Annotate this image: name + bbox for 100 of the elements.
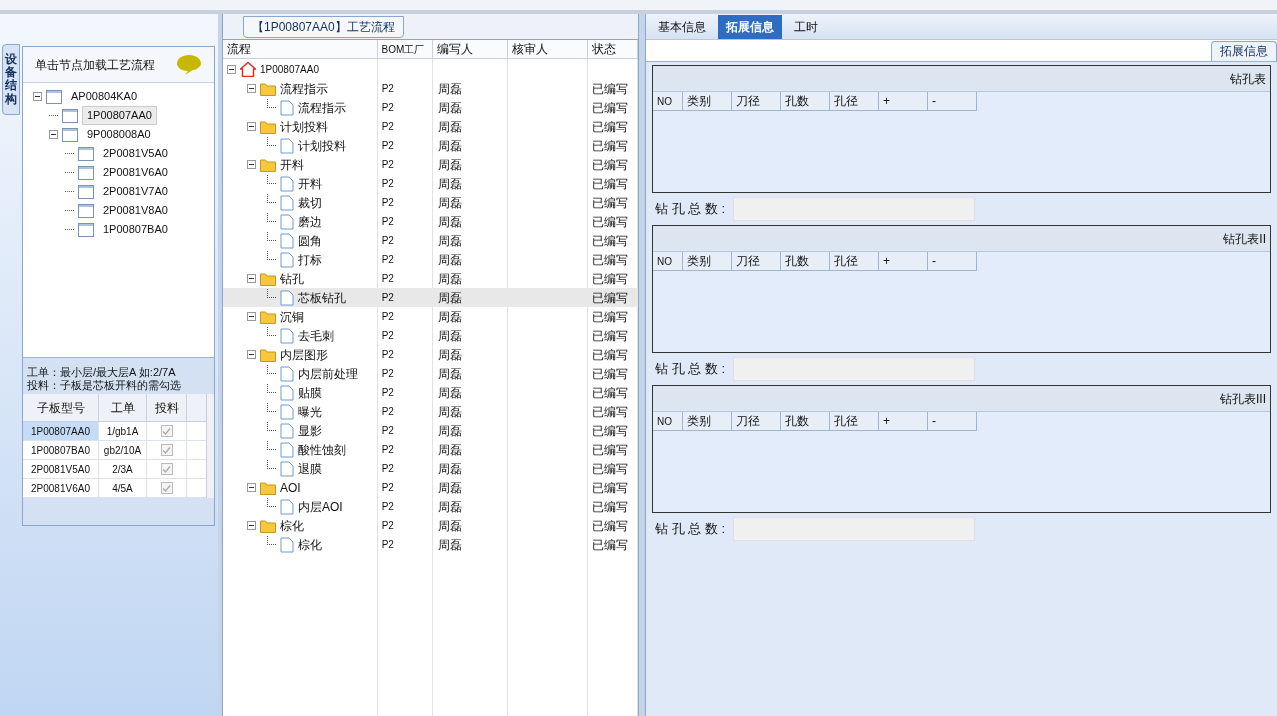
column-header[interactable]: NO — [653, 412, 683, 431]
tab[interactable]: 拓展信息 — [718, 15, 782, 39]
flow-row[interactable]: 内层AOI P2 周磊 已编写 — [223, 497, 638, 516]
window-icon — [62, 108, 78, 123]
flow-row[interactable]: 钻孔 P2 周磊 已编写 — [223, 269, 638, 288]
flow-row[interactable]: 内层前处理 P2 周磊 已编写 — [223, 364, 638, 383]
collapse-icon[interactable] — [227, 65, 236, 74]
flow-row[interactable]: 贴膜 P2 周磊 已编写 — [223, 383, 638, 402]
column-header[interactable]: 类别 — [683, 412, 732, 431]
flow-row[interactable]: 芯板钻孔 P2 周磊 已编写 — [223, 288, 638, 307]
flow-row[interactable]: 圆角 P2 周磊 已编写 — [223, 231, 638, 250]
column-header[interactable]: + — [879, 412, 928, 431]
column-header[interactable]: 流程 — [223, 40, 378, 58]
flow-row[interactable]: 退膜 P2 周磊 已编写 — [223, 459, 638, 478]
page-icon — [280, 289, 294, 306]
collapse-icon[interactable] — [247, 483, 256, 492]
collapse-icon[interactable] — [49, 130, 58, 139]
tree-node[interactable]: AP00804KA0 — [66, 87, 143, 106]
side-tab[interactable]: 设备结构 — [2, 44, 20, 115]
collapse-icon[interactable] — [247, 312, 256, 321]
flow-row[interactable]: 内层图形 P2 周磊 已编写 — [223, 345, 638, 364]
column-header[interactable]: - — [928, 92, 977, 111]
flow-row[interactable]: 流程指示 P2 周磊 已编写 — [223, 79, 638, 98]
table-cell: 周磊 — [437, 252, 462, 267]
table-cell: P2 — [381, 406, 394, 417]
column-header[interactable]: 孔数 — [781, 92, 830, 111]
tab[interactable]: 基本信息 — [650, 15, 714, 39]
column-header[interactable]: 孔径 — [830, 412, 879, 431]
column-header[interactable]: 投料 — [147, 394, 187, 421]
column-header[interactable]: 子板型号 — [23, 394, 99, 421]
checkbox[interactable] — [160, 463, 173, 475]
flow-row[interactable]: 1P00807AA0 — [223, 60, 638, 79]
column-header[interactable]: 孔数 — [781, 252, 830, 271]
collapse-icon[interactable] — [247, 122, 256, 131]
table-cell: 周磊 — [437, 442, 462, 457]
collapse-icon[interactable] — [247, 350, 256, 359]
collapse-icon[interactable] — [247, 521, 256, 530]
tree-node[interactable]: 2P0081V6A0 — [98, 163, 173, 182]
column-header[interactable]: - — [928, 412, 977, 431]
section-tab[interactable]: 拓展信息 — [1211, 41, 1277, 61]
column-header[interactable]: 孔径 — [830, 92, 879, 111]
column-header[interactable]: 孔径 — [830, 252, 879, 271]
table-cell: gb2/10A — [99, 441, 147, 459]
column-header[interactable]: NO — [653, 92, 683, 111]
collapse-icon[interactable] — [247, 84, 256, 93]
window-icon — [78, 146, 94, 161]
flow-row[interactable]: 酸性蚀刻 P2 周磊 已编写 — [223, 440, 638, 459]
collapse-icon[interactable] — [247, 160, 256, 169]
flow-row[interactable]: 开料 P2 周磊 已编写 — [223, 174, 638, 193]
table-cell: 已编写 — [592, 233, 629, 248]
column-header[interactable]: 类别 — [683, 252, 732, 271]
collapse-icon[interactable] — [247, 274, 256, 283]
table-cell: 周磊 — [437, 233, 462, 248]
flow-row[interactable]: 棕化 P2 周磊 已编写 — [223, 516, 638, 535]
flow-row[interactable]: 显影 P2 周磊 已编写 — [223, 421, 638, 440]
flow-row[interactable]: 磨边 P2 周磊 已编写 — [223, 212, 638, 231]
table-cell: 已编写 — [592, 385, 629, 400]
tree-node[interactable]: 1P00807BA0 — [98, 220, 173, 239]
checkbox[interactable] — [160, 482, 173, 494]
flow-row[interactable]: 裁切 P2 周磊 已编写 — [223, 193, 638, 212]
flow-row[interactable]: 开料 P2 周磊 已编写 — [223, 155, 638, 174]
column-header[interactable]: 状态 — [588, 40, 638, 58]
column-header[interactable]: + — [879, 252, 928, 271]
flow-row[interactable]: 棕化 P2 周磊 已编写 — [223, 535, 638, 554]
collapse-icon[interactable] — [33, 92, 42, 101]
tree-node[interactable]: 1P00807AA0 — [82, 106, 157, 125]
column-header[interactable]: NO — [653, 252, 683, 271]
flow-row[interactable]: 去毛刺 P2 周磊 已编写 — [223, 326, 638, 345]
scrollbar[interactable] — [206, 394, 214, 498]
column-header[interactable]: 孔数 — [781, 412, 830, 431]
checkbox[interactable] — [160, 444, 173, 456]
table-cell: 已编写 — [592, 271, 629, 286]
flow-row[interactable]: 流程指示 P2 周磊 已编写 — [223, 98, 638, 117]
tree-node[interactable]: 2P0081V5A0 — [98, 144, 173, 163]
page-icon — [280, 99, 294, 116]
folder-icon — [260, 347, 276, 362]
column-header[interactable]: 刀径 — [732, 252, 781, 271]
checkbox[interactable] — [160, 425, 173, 437]
tree-node[interactable]: 2P0081V7A0 — [98, 182, 173, 201]
column-header[interactable]: BOM工厂 — [377, 40, 434, 58]
flow-row[interactable]: 计划投料 P2 周磊 已编写 — [223, 136, 638, 155]
flow-row[interactable]: 沉铜 P2 周磊 已编写 — [223, 307, 638, 326]
tree-node[interactable]: 2P0081V8A0 — [98, 201, 173, 220]
column-header[interactable]: 类别 — [683, 92, 732, 111]
flow-row[interactable]: 打标 P2 周磊 已编写 — [223, 250, 638, 269]
column-header[interactable]: 刀径 — [732, 92, 781, 111]
flow-label: 流程指示 — [298, 99, 346, 117]
flow-row[interactable]: 曝光 P2 周磊 已编写 — [223, 402, 638, 421]
flow-row[interactable]: 计划投料 P2 周磊 已编写 — [223, 117, 638, 136]
column-header[interactable]: 工单 — [99, 394, 147, 421]
column-header[interactable]: 核审人 — [508, 40, 589, 58]
flow-row[interactable]: AOI P2 周磊 已编写 — [223, 478, 638, 497]
column-header[interactable]: 编写人 — [433, 40, 509, 58]
tab[interactable]: 工时 — [786, 15, 826, 39]
column-header[interactable]: + — [879, 92, 928, 111]
column-header[interactable]: - — [928, 252, 977, 271]
tree-node[interactable]: 9P008008A0 — [82, 125, 156, 144]
page-icon — [280, 251, 294, 268]
table-cell: P2 — [381, 102, 394, 113]
column-header[interactable]: 刀径 — [732, 412, 781, 431]
